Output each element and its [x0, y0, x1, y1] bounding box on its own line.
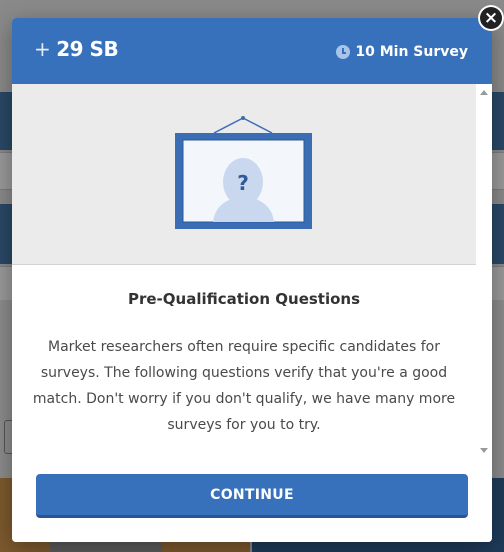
continue-button[interactable]: CONTINUE [36, 474, 468, 518]
modal-body: Market researchers often require specifi… [32, 339, 456, 433]
scroll-down-arrow[interactable] [480, 448, 488, 453]
duration-label: 10 Min Survey [355, 44, 468, 60]
background-top-strip [0, 0, 504, 20]
survey-duration: 10 Min Survey [336, 44, 468, 60]
reward-value: 29 SB [56, 37, 119, 61]
modal-footer: CONTINUE [12, 460, 492, 542]
clock-icon [336, 45, 351, 59]
reward-amount: +29 SB [34, 37, 119, 61]
close-button[interactable]: × [478, 5, 504, 31]
close-icon: × [483, 8, 499, 28]
modal-content[interactable]: ? Pre-Qualification Questions Market res… [12, 84, 476, 460]
question-mark: ? [237, 171, 249, 195]
reward-prefix: + [34, 37, 51, 61]
illustration-panel: ? [12, 84, 476, 265]
modal-header: +29 SB 10 Min Survey [12, 18, 492, 84]
picture-frame-icon: ? [175, 116, 312, 229]
scroll-up-arrow[interactable] [480, 90, 488, 95]
scrollbar[interactable] [476, 84, 492, 460]
modal-title: Pre-Qualification Questions [127, 290, 361, 308]
survey-modal: +29 SB 10 Min Survey ? Pre-Qualification… [12, 18, 492, 542]
